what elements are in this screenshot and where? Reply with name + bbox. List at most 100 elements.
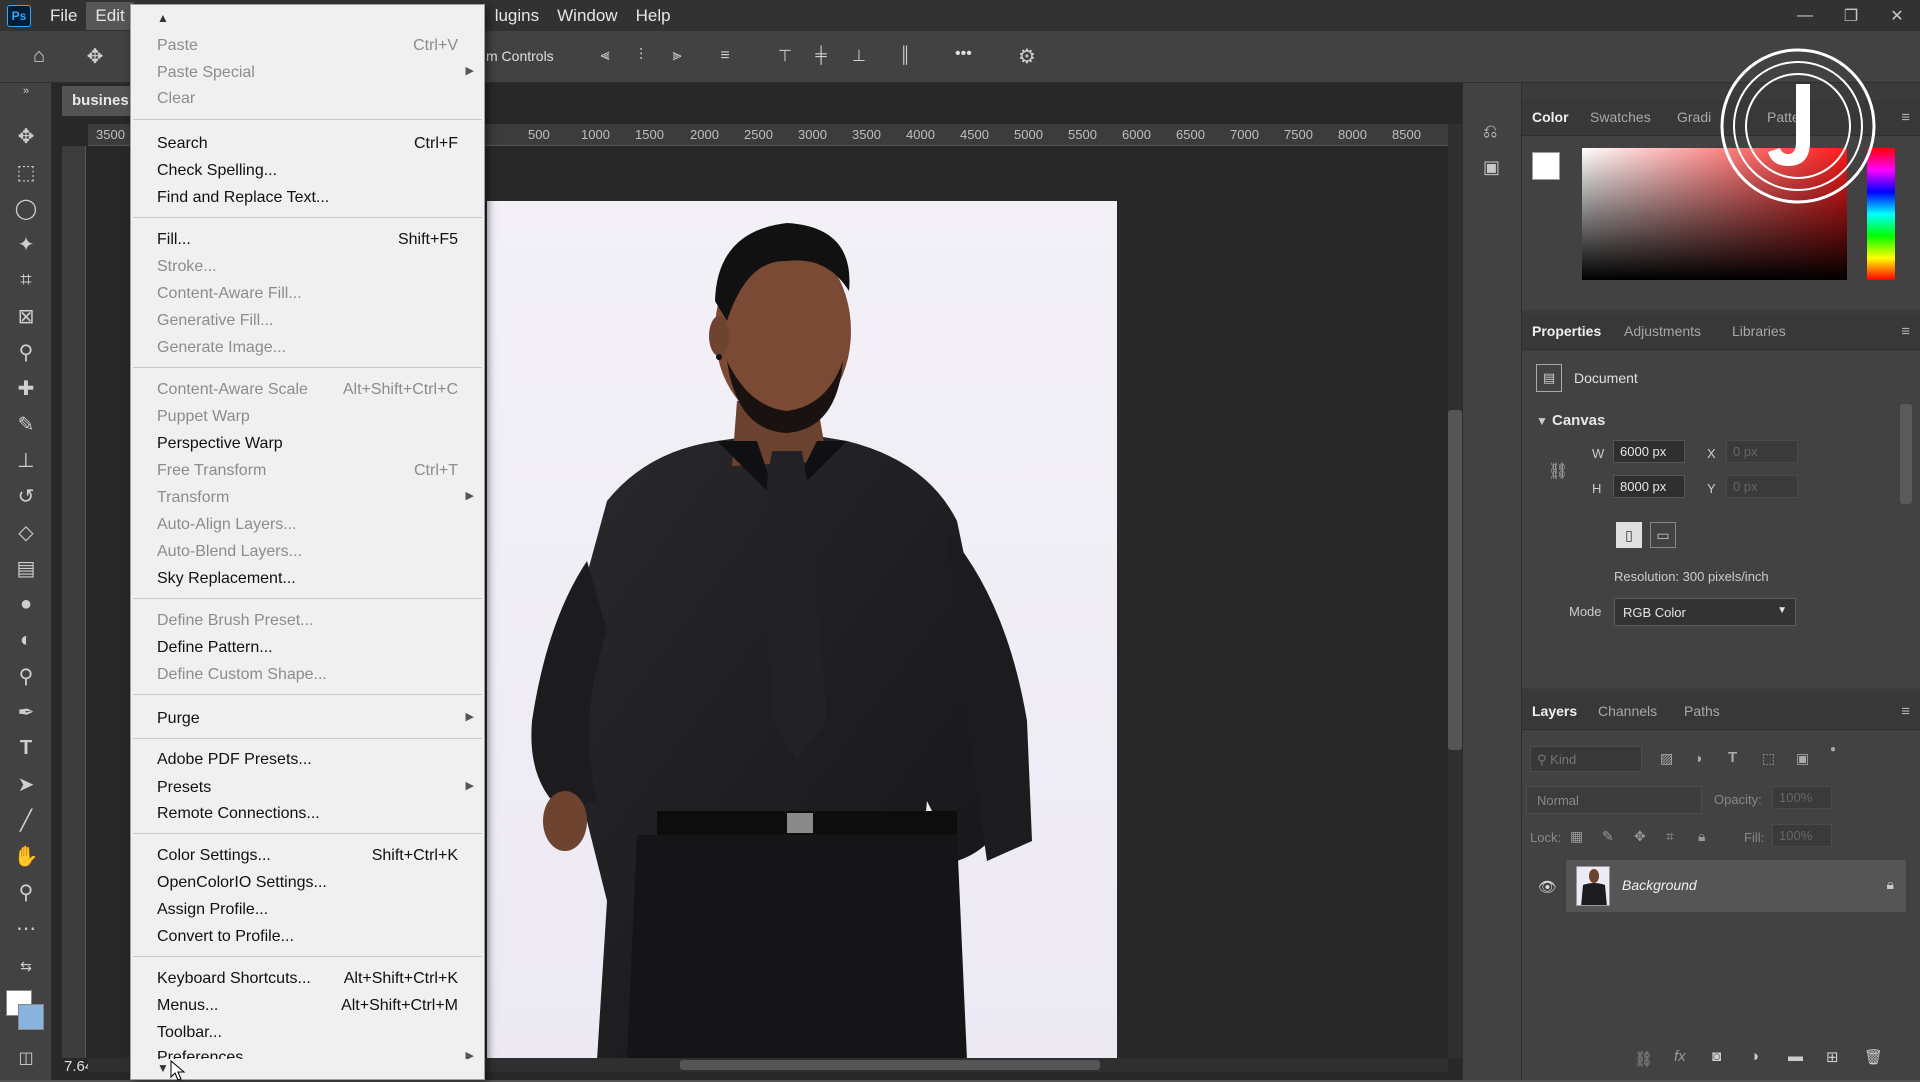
align-right-icon[interactable]: ⫸ (664, 43, 690, 69)
tab-layers[interactable]: Layers (1532, 703, 1577, 719)
comment-icon[interactable]: ▣ (1483, 157, 1500, 178)
menu-item-generative-fill[interactable]: Generative Fill... (131, 308, 484, 334)
horizontal-scrollbar-thumb[interactable] (680, 1060, 1100, 1070)
layer-filter-search[interactable]: ⚲ Kind (1530, 746, 1642, 772)
new-group-icon[interactable]: ▬ (1788, 1048, 1803, 1065)
expand-tools-icon[interactable]: » (10, 83, 42, 99)
menu-edit[interactable]: Edit (86, 1, 134, 30)
menu-item-paste-special[interactable]: Paste Special ▶ (131, 60, 484, 86)
gear-icon[interactable]: ⚙ (1014, 43, 1040, 69)
eyedropper-icon[interactable]: ⚲ (10, 337, 42, 367)
menu-item-content-aware-fill[interactable]: Content-Aware Fill... (131, 281, 484, 307)
new-layer-icon[interactable]: ⊞ (1826, 1048, 1839, 1066)
more-options-icon[interactable]: ••• (955, 45, 972, 63)
zoom-lens-icon[interactable]: ⚲ (10, 661, 42, 691)
menu-item-presets[interactable]: Presets ▶ (131, 775, 484, 801)
menu-item-free-transform[interactable]: Free Transform Ctrl+T (131, 458, 484, 484)
canvas-section-title[interactable]: Canvas (1552, 412, 1605, 429)
menu-item-purge[interactable]: Purge ▶ (131, 706, 484, 732)
type-tool-icon[interactable]: T (10, 733, 42, 763)
add-mask-icon[interactable]: ◙ (1712, 1048, 1721, 1065)
tab-gradients[interactable]: Gradi (1677, 109, 1711, 125)
visibility-eye-icon[interactable]: 👁︎ (1538, 878, 1557, 896)
lock-position-icon[interactable]: ✥ (1634, 828, 1646, 845)
menu-item-adobe-pdf-presets[interactable]: Adobe PDF Presets... (131, 747, 484, 773)
line-tool-icon[interactable]: ╱ (10, 805, 42, 835)
blend-mode-select[interactable]: Normal (1526, 786, 1702, 814)
swap-colors-icon[interactable]: ⇆ (10, 951, 42, 981)
filter-smart-object-icon[interactable]: ▣ (1796, 750, 1809, 767)
tab-channels[interactable]: Channels (1598, 703, 1657, 719)
lock-all-icon[interactable]: 🔒︎ (1698, 828, 1705, 845)
lasso-tool-icon[interactable]: ◯ (10, 193, 42, 223)
canvas-x-input[interactable] (1726, 440, 1798, 463)
scroll-up-arrow-icon[interactable]: ▲ (157, 11, 169, 25)
portrait-orientation-icon[interactable]: ▯ (1616, 522, 1642, 548)
menu-item-puppet-warp[interactable]: Puppet Warp (131, 404, 484, 430)
filter-type-icon[interactable]: T (1728, 749, 1737, 766)
filter-toggle-icon[interactable]: ● (1830, 744, 1836, 755)
menu-item-toolbar[interactable]: Toolbar... (131, 1020, 484, 1046)
menu-item-assign-profile[interactable]: Assign Profile... (131, 897, 484, 923)
tab-libraries[interactable]: Libraries (1732, 323, 1786, 339)
distribute-vertical-icon[interactable]: ║ (892, 43, 918, 69)
dodge-tool-icon[interactable]: ◐ (10, 625, 42, 655)
eraser-icon[interactable]: ◇ (10, 517, 42, 547)
menu-item-define-pattern[interactable]: Define Pattern... (131, 635, 484, 661)
brush-tool-icon[interactable]: ✎ (10, 409, 42, 439)
canvas-width-input[interactable] (1613, 440, 1685, 463)
fill-input[interactable] (1772, 824, 1832, 847)
history-icon[interactable]: ⎌ (1483, 121, 1497, 142)
distribute-icon[interactable]: ≡ (712, 43, 738, 69)
menu-item-auto-blend-layers[interactable]: Auto-Blend Layers... (131, 539, 484, 565)
menu-item-color-settings[interactable]: Color Settings... Shift+Ctrl+K (131, 843, 484, 869)
move-tool-icon[interactable]: ✥ (10, 121, 42, 151)
frame-tool-icon[interactable]: ⊠ (10, 301, 42, 331)
chevron-down-icon[interactable]: ▼ (1536, 414, 1548, 428)
link-layers-icon[interactable]: ⛓ (1634, 1050, 1653, 1068)
tab-paths[interactable]: Paths (1684, 703, 1720, 719)
tab-adjustments[interactable]: Adjustments (1624, 323, 1701, 339)
opacity-input[interactable] (1772, 786, 1832, 809)
menu-item-transform[interactable]: Transform ▶ (131, 485, 484, 511)
background-color-swatch[interactable] (18, 1004, 44, 1030)
menu-item-stroke[interactable]: Stroke... (131, 254, 484, 280)
menu-help[interactable]: Help (627, 2, 680, 30)
menu-item-auto-align-layers[interactable]: Auto-Align Layers... (131, 512, 484, 538)
more-tools-icon[interactable]: ⋯ (10, 913, 42, 943)
align-center-icon[interactable]: ⫶ (628, 43, 654, 69)
layer-style-fx-icon[interactable]: fx (1674, 1048, 1686, 1065)
panel-menu-icon[interactable]: ≡ (1901, 323, 1910, 340)
menu-item-define-brush-preset[interactable]: Define Brush Preset... (131, 608, 484, 634)
vertical-scrollbar-thumb[interactable] (1448, 410, 1462, 750)
properties-scrollbar-thumb[interactable] (1900, 404, 1912, 504)
history-brush-icon[interactable]: ↺ (10, 481, 42, 511)
align-bottom-icon[interactable]: ⊥ (846, 43, 872, 69)
lock-pixels-icon[interactable]: ✎ (1602, 828, 1614, 845)
close-icon[interactable]: ✕ (1874, 0, 1920, 31)
transform-controls-label[interactable]: m Controls (486, 48, 554, 64)
menu-item-menus[interactable]: Menus... Alt+Shift+Ctrl+M (131, 993, 484, 1019)
restore-icon[interactable]: ❐ (1828, 0, 1874, 31)
menu-item-content-aware-scale[interactable]: Content-Aware Scale Alt+Shift+Ctrl+C (131, 377, 484, 403)
menu-item-perspective-warp[interactable]: Perspective Warp (131, 431, 484, 457)
clone-stamp-icon[interactable]: ⊥ (10, 445, 42, 475)
landscape-orientation-icon[interactable]: ▭ (1650, 522, 1676, 548)
tab-swatches[interactable]: Swatches (1590, 109, 1651, 125)
hand-tool-icon[interactable]: ✋ (10, 841, 42, 871)
filter-shape-icon[interactable]: ⬚ (1762, 750, 1775, 767)
tab-properties[interactable]: Properties (1532, 323, 1601, 339)
lock-artboard-icon[interactable]: ⌗ (1666, 828, 1674, 845)
minimize-icon[interactable]: — (1782, 0, 1828, 31)
magic-wand-icon[interactable]: ✦ (10, 229, 42, 259)
menu-item-define-custom-shape[interactable]: Define Custom Shape... (131, 662, 484, 688)
tab-color[interactable]: Color (1532, 109, 1569, 125)
scroll-down-arrow-icon[interactable]: ▼ (157, 1061, 169, 1075)
menu-window[interactable]: Window (548, 2, 626, 30)
menu-plugins[interactable]: lugins (486, 2, 548, 30)
blur-tool-icon[interactable]: ● (10, 589, 42, 619)
path-selection-icon[interactable]: ➤ (10, 769, 42, 799)
menu-item-generate-image[interactable]: Generate Image... (131, 335, 484, 361)
adjustment-layer-icon[interactable]: ◑ (1750, 1048, 1759, 1065)
filter-adjustment-icon[interactable]: ◑ (1694, 750, 1702, 766)
